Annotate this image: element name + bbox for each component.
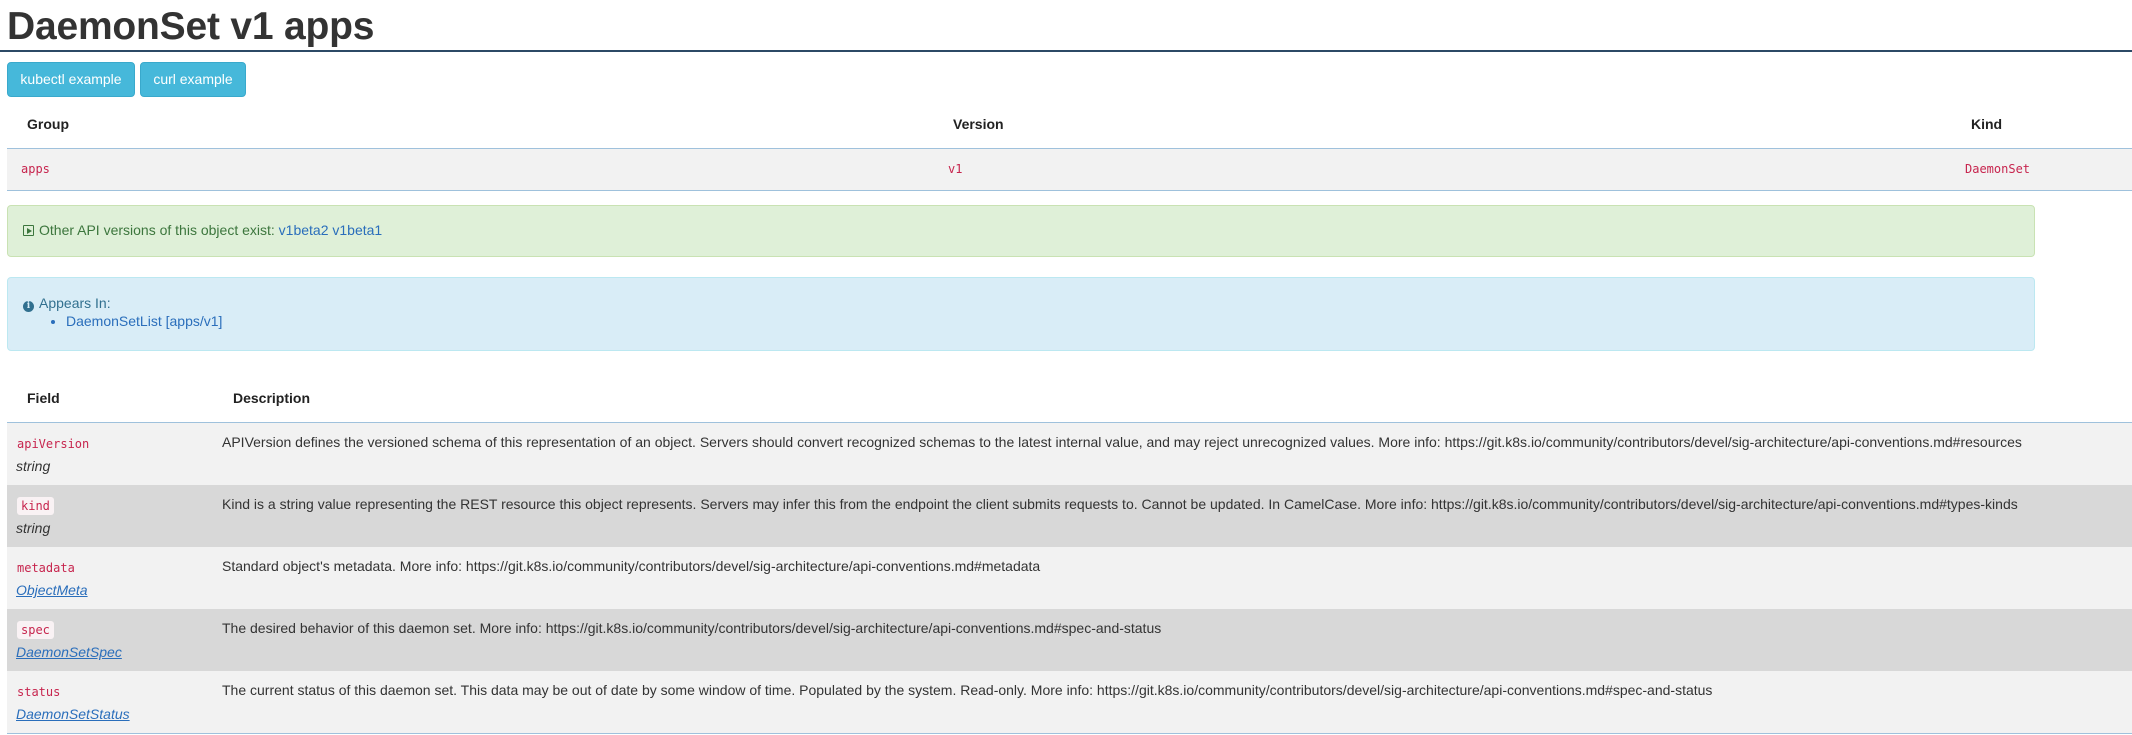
kind-value: DaemonSet <box>1965 162 2031 176</box>
field-type-link[interactable]: DaemonSetSpec <box>16 644 122 660</box>
table-row: spec DaemonSetSpec The desired behavior … <box>7 609 2132 671</box>
other-versions-alert: Other API versions of this object exist:… <box>7 205 2035 257</box>
kubectl-example-button[interactable]: kubectl example <box>7 62 135 97</box>
field-description: Standard object's metadata. More info: h… <box>222 558 1041 574</box>
gvk-table-header: Group Version Kind <box>7 108 2132 149</box>
daemonsetlist-link[interactable]: DaemonSetList [apps/v1] <box>66 313 222 329</box>
table-row: metadata ObjectMeta Standard object's me… <box>7 547 2132 609</box>
table-row: apiVersion string APIVersion defines the… <box>7 423 2132 485</box>
version-link-v1beta2[interactable]: v1beta2 <box>279 222 329 238</box>
expand-square-icon[interactable] <box>23 225 34 236</box>
field-description: The desired behavior of this daemon set.… <box>222 620 1162 636</box>
field-name: status <box>17 685 61 699</box>
field-column-header: Field <box>27 390 60 406</box>
version-value: v1 <box>948 162 963 176</box>
version-link-v1beta1[interactable]: v1beta1 <box>332 222 382 238</box>
field-description: APIVersion defines the versioned schema … <box>222 434 2022 450</box>
page-title: DaemonSet v1 apps <box>7 5 375 48</box>
field-type: string <box>16 520 51 536</box>
list-item: DaemonSetList [apps/v1] <box>66 311 222 331</box>
field-name: metadata <box>17 561 75 575</box>
field-description: Kind is a string value representing the … <box>222 496 2018 512</box>
other-versions-text: Other API versions of this object exist: <box>39 222 275 238</box>
gvk-table-row: apps v1 DaemonSet <box>7 149 2132 191</box>
appears-in-list: DaemonSetList [apps/v1] <box>31 311 222 331</box>
field-type-link[interactable]: DaemonSetStatus <box>16 706 130 722</box>
curl-example-button[interactable]: curl example <box>140 62 246 97</box>
table-bottom-divider <box>7 733 2132 734</box>
table-row: kind string Kind is a string value repre… <box>7 485 2132 547</box>
field-type-link[interactable]: ObjectMeta <box>16 582 88 598</box>
group-value: apps <box>21 162 50 176</box>
field-name: spec <box>17 621 54 639</box>
appears-in-alert: iAppears In: DaemonSetList [apps/v1] <box>7 277 2035 351</box>
table-row: status DaemonSetStatus The current statu… <box>7 671 2132 733</box>
kind-column-header: Kind <box>1971 116 2003 132</box>
group-column-header: Group <box>27 116 69 132</box>
title-divider <box>0 50 2132 52</box>
field-name: kind <box>17 497 54 515</box>
api-reference-page: DaemonSet v1 apps kubectl example curl e… <box>0 0 2132 735</box>
field-type: string <box>16 458 51 474</box>
description-column-header: Description <box>233 390 311 406</box>
fields-table-header: Field Description <box>7 382 2132 423</box>
appears-in-heading: Appears In: <box>39 295 111 311</box>
field-name: apiVersion <box>17 437 90 451</box>
version-column-header: Version <box>953 116 1004 132</box>
field-description: The current status of this daemon set. T… <box>222 682 1713 698</box>
